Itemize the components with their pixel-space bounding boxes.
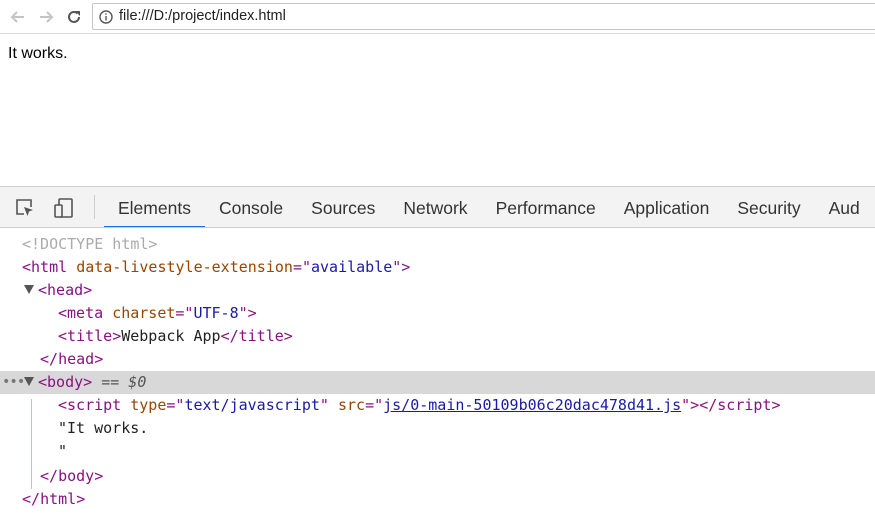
text-node-line1: "It works. xyxy=(58,419,149,437)
script-src-link[interactable]: js/0-main-50109b06c20dac478d41.js xyxy=(383,396,681,414)
dom-node-head[interactable]: <head> xyxy=(0,279,875,302)
info-icon[interactable] xyxy=(99,10,113,24)
devtools-toolbar: Elements Console Sources Network Perform… xyxy=(0,187,875,228)
script-src-name: src xyxy=(337,396,366,414)
script-close-tag: script xyxy=(717,396,772,414)
text-node-line2: " xyxy=(58,442,68,460)
dom-node-body[interactable]: ••• <body> == $0 xyxy=(0,371,875,394)
reload-button[interactable] xyxy=(64,7,84,27)
tab-application[interactable]: Application xyxy=(610,187,724,227)
dom-node-head-close[interactable]: </head> xyxy=(0,348,875,371)
meta-tag: meta xyxy=(67,304,104,322)
html-attr-value: available xyxy=(311,258,393,276)
forward-button[interactable] xyxy=(36,7,56,27)
script-type-name: type xyxy=(130,396,167,414)
dom-node-script[interactable]: <script type="text/javascript" src="js/0… xyxy=(0,394,875,417)
dom-node-title[interactable]: <title>Webpack App</title> xyxy=(0,325,875,348)
page-body-text: It works. xyxy=(8,45,68,62)
title-text: Webpack App xyxy=(121,327,221,345)
browser-toolbar: file:///D:/project/index.html xyxy=(0,0,875,34)
tab-performance[interactable]: Performance xyxy=(482,187,610,227)
script-tag: script xyxy=(67,396,122,414)
tab-security[interactable]: Security xyxy=(723,187,814,227)
html-tag: html xyxy=(31,258,68,276)
meta-attr-value: UTF-8 xyxy=(193,304,239,322)
body-tag: body xyxy=(47,373,84,391)
dom-node-doctype[interactable]: <!DOCTYPE html> xyxy=(0,233,875,256)
address-bar[interactable]: file:///D:/project/index.html xyxy=(92,3,875,30)
inspect-element-button[interactable] xyxy=(14,197,36,219)
url-text[interactable]: file:///D:/project/index.html xyxy=(119,8,286,24)
head-close-tag: head xyxy=(58,350,95,368)
forward-arrow-icon xyxy=(40,11,54,23)
device-mode-icon xyxy=(54,198,73,218)
selected-marker: == $0 xyxy=(101,373,147,391)
doctype-text: <!DOCTYPE html> xyxy=(22,235,158,253)
back-arrow-icon xyxy=(10,11,24,23)
expand-triangle-icon[interactable] xyxy=(24,285,34,294)
title-tag: title xyxy=(67,327,113,345)
inspect-cursor-icon xyxy=(16,199,33,216)
dom-node-html[interactable]: <html data-livestyle-extension="availabl… xyxy=(0,256,875,279)
meta-attr-name: charset xyxy=(112,304,176,322)
device-toolbar-button[interactable] xyxy=(53,197,75,219)
dom-node-html-close[interactable]: </html> xyxy=(0,488,875,511)
html-close-tag: html xyxy=(40,490,77,508)
back-button[interactable] xyxy=(8,7,28,27)
tab-console[interactable]: Console xyxy=(205,187,297,227)
tab-sources[interactable]: Sources xyxy=(297,187,389,227)
body-children-guide-line xyxy=(31,399,32,489)
reload-icon xyxy=(68,10,80,23)
body-close-tag: body xyxy=(58,467,95,485)
tab-network[interactable]: Network xyxy=(389,187,481,227)
devtools-panel: Elements Console Sources Network Perform… xyxy=(0,186,875,517)
devtools-tabs: Elements Console Sources Network Perform… xyxy=(104,187,874,227)
head-tag: head xyxy=(47,281,84,299)
tab-elements[interactable]: Elements xyxy=(104,187,205,227)
script-type-value: text/javascript xyxy=(184,396,320,414)
tab-audits[interactable]: Aud xyxy=(815,187,874,227)
page-viewport: It works. xyxy=(0,35,875,186)
dom-node-body-close[interactable]: </body> xyxy=(0,465,875,488)
dom-text-node-end[interactable]: " xyxy=(0,440,875,463)
dom-text-node[interactable]: "It works. xyxy=(0,417,875,440)
expand-triangle-icon[interactable] xyxy=(24,377,34,386)
dom-node-meta[interactable]: <meta charset="UTF-8"> xyxy=(0,302,875,325)
toolbar-separator xyxy=(94,195,95,219)
more-dots-icon[interactable]: ••• xyxy=(2,371,25,394)
dom-tree: <!DOCTYPE html> <html data-livestyle-ext… xyxy=(0,229,875,517)
title-close-tag: title xyxy=(238,327,284,345)
html-attr-name: data-livestyle-extension xyxy=(76,258,293,276)
